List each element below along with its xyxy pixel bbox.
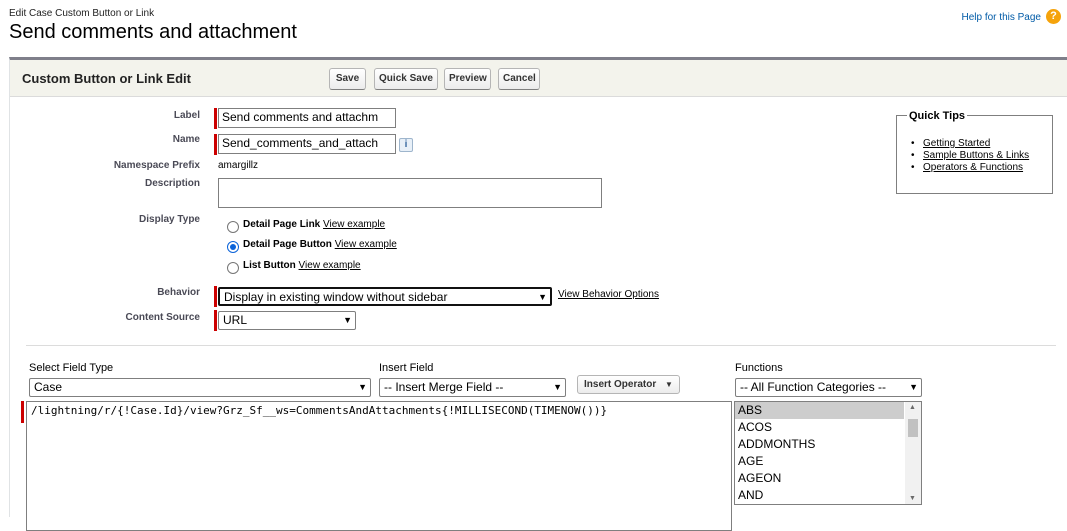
- insert-operator-label: Insert Operator: [584, 379, 657, 390]
- radio-list-button[interactable]: [227, 262, 239, 274]
- required-indicator: [214, 134, 217, 155]
- listbox-scrollbar[interactable]: ▲ ▼: [905, 402, 921, 504]
- breadcrumb: Edit Case Custom Button or Link: [9, 8, 155, 19]
- insert-field-selected-value: -- Insert Merge Field --: [384, 380, 504, 394]
- function-option[interactable]: ABS: [735, 402, 904, 419]
- display-type-label: Display Type: [139, 214, 200, 225]
- insert-operator-button[interactable]: Insert Operator ▼: [577, 375, 680, 394]
- preview-button[interactable]: Preview: [444, 68, 491, 90]
- function-category-select[interactable]: -- All Function Categories -- ▼: [735, 378, 922, 397]
- description-textarea[interactable]: [218, 178, 602, 208]
- field-type-selected-value: Case: [34, 380, 63, 394]
- behavior-select[interactable]: Display in existing window without sideb…: [218, 287, 552, 306]
- required-indicator: [214, 286, 217, 307]
- option-list-button: List Button View example: [243, 260, 361, 271]
- namespace-field-label: Namespace Prefix: [113, 160, 200, 171]
- function-option[interactable]: AND: [735, 487, 904, 504]
- radio-label-text: Detail Page Link: [243, 219, 321, 230]
- functions-listbox[interactable]: ABS ACOS ADDMONTHS AGE AGEON AND ▲ ▼: [734, 401, 922, 505]
- name-field-label: Name: [172, 134, 200, 145]
- insert-field-label: Insert Field: [379, 362, 434, 374]
- radio-label-text: Detail Page Button: [243, 239, 332, 250]
- required-indicator: [214, 108, 217, 129]
- info-icon[interactable]: i: [399, 138, 413, 152]
- behavior-selected-value: Display in existing window without sideb…: [224, 290, 448, 304]
- section-divider: [26, 345, 1056, 346]
- required-indicator: [21, 401, 24, 423]
- help-link[interactable]: Help for this Page: [962, 12, 1042, 23]
- radio-detail-page-link[interactable]: [227, 221, 239, 233]
- label-input[interactable]: Send comments and attachm: [218, 108, 396, 128]
- chevron-down-icon: ▼: [343, 315, 352, 325]
- function-option[interactable]: ACOS: [735, 419, 904, 436]
- description-field-label: Description: [144, 178, 200, 189]
- name-input[interactable]: Send_comments_and_attach: [218, 134, 396, 154]
- chevron-down-icon: ▼: [358, 382, 367, 392]
- card-title: Custom Button or Link Edit: [22, 71, 191, 86]
- label-field-label: Label: [173, 110, 200, 121]
- option-detail-page-button: Detail Page Button View example: [243, 239, 397, 250]
- content-source-label: Content Source: [125, 312, 200, 323]
- function-category-selected-value: -- All Function Categories --: [740, 380, 887, 394]
- tip-getting-started[interactable]: Getting Started: [909, 138, 1029, 150]
- chevron-down-icon: ▼: [665, 380, 673, 389]
- view-example-link[interactable]: View example: [335, 239, 397, 250]
- quick-tips-list: Getting Started Sample Buttons & Links O…: [909, 138, 1029, 174]
- functions-label: Functions: [735, 362, 783, 374]
- radio-detail-page-button[interactable]: [227, 241, 239, 253]
- function-option[interactable]: ADDMONTHS: [735, 436, 904, 453]
- edit-card: Custom Button or Link Edit Save Quick Sa…: [9, 57, 1067, 531]
- quick-tips-box: Quick Tips Getting Started Sample Button…: [896, 110, 1053, 194]
- scroll-up-icon[interactable]: ▲: [909, 404, 916, 411]
- select-field-type-select[interactable]: Case ▼: [29, 378, 371, 397]
- select-field-type-label: Select Field Type: [29, 362, 114, 374]
- option-detail-page-link: Detail Page Link View example: [243, 219, 385, 230]
- quick-save-button[interactable]: Quick Save: [374, 68, 438, 90]
- scrollbar-thumb[interactable]: [908, 419, 918, 437]
- content-source-select[interactable]: URL ▼: [218, 311, 356, 330]
- required-indicator: [214, 310, 217, 331]
- view-behavior-options-link[interactable]: View Behavior Options: [558, 289, 659, 300]
- chevron-down-icon: ▼: [909, 382, 918, 392]
- chevron-down-icon: ▼: [538, 292, 547, 302]
- chevron-down-icon: ▼: [553, 382, 562, 392]
- view-example-link[interactable]: View example: [299, 260, 361, 271]
- page-header: Edit Case Custom Button or Link Send com…: [9, 8, 297, 44]
- page-title: Send comments and attachment: [9, 21, 297, 43]
- behavior-label: Behavior: [157, 287, 200, 298]
- radio-label-text: List Button: [243, 260, 296, 271]
- card-header: Custom Button or Link Edit Save Quick Sa…: [10, 60, 1067, 97]
- tip-sample-buttons-links[interactable]: Sample Buttons & Links: [909, 150, 1029, 162]
- namespace-value: amargillz: [218, 160, 259, 171]
- save-button[interactable]: Save: [329, 68, 366, 90]
- insert-field-select[interactable]: -- Insert Merge Field -- ▼: [379, 378, 566, 397]
- view-example-link[interactable]: View example: [323, 219, 385, 230]
- formula-editor[interactable]: /lightning/r/{!Case.Id}/view?Grz_Sf__ws=…: [26, 401, 732, 531]
- help-icon[interactable]: ?: [1046, 9, 1061, 24]
- scroll-down-icon[interactable]: ▼: [909, 495, 916, 502]
- function-option[interactable]: AGEON: [735, 470, 904, 487]
- function-option[interactable]: AGE: [735, 453, 904, 470]
- tip-operators-functions[interactable]: Operators & Functions: [909, 162, 1029, 174]
- content-source-selected-value: URL: [223, 313, 248, 327]
- cancel-button[interactable]: Cancel: [498, 68, 540, 90]
- quick-tips-title: Quick Tips: [907, 110, 968, 122]
